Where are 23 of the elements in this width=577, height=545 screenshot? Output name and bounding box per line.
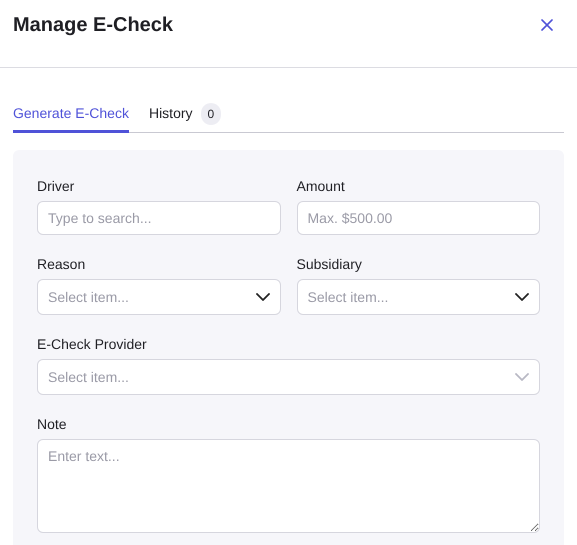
input-field[interactable]: Type to search... [37,201,280,235]
dialog-title: Manage E-Check [13,13,174,38]
field-label: Driver [37,177,76,195]
close-button[interactable] [539,17,555,33]
chevron-down-icon [515,373,529,381]
field-label: E-Check Provider [37,335,148,353]
tab[interactable]: History 0 [148,100,222,133]
tab[interactable]: Generate E-Check [13,100,129,133]
chevron-down-icon [256,293,270,301]
select-placeholder: Select item... [48,368,129,386]
note-field[interactable]: Enter text... [37,439,540,533]
field-label: Reason [37,255,86,273]
field-label: Note [37,415,68,433]
input-field[interactable]: Max. $500.00 [296,201,540,235]
field-label: Subsidiary [296,255,363,273]
select-placeholder: Select item... [308,288,388,306]
chevron-down-icon [515,293,529,301]
select-field[interactable]: Select item... [37,279,280,315]
count-badge: 0 [200,102,222,124]
select-field[interactable]: Select item... [296,279,540,315]
field-label: Amount [296,177,346,195]
select-placeholder: Select item... [48,288,129,306]
close-icon [541,19,553,31]
